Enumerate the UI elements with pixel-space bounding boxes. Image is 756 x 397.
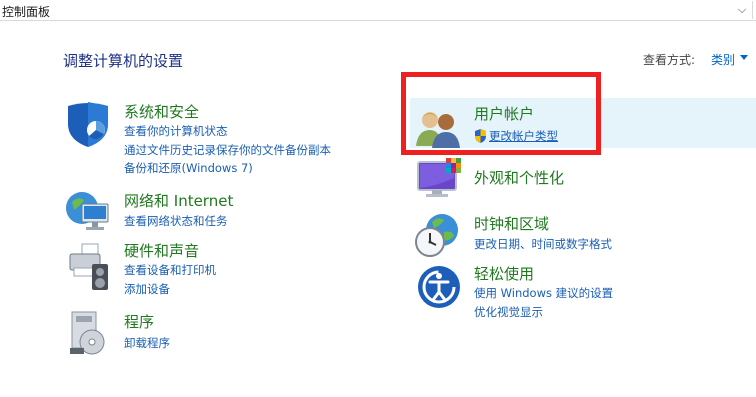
- category-title-ease-of-access[interactable]: 轻松使用: [474, 263, 534, 284]
- shield-icon: [64, 100, 112, 152]
- view-by-dropdown[interactable]: 类别: [711, 51, 735, 68]
- category-title-system-security[interactable]: 系统和安全: [124, 101, 199, 122]
- chevron-down-icon[interactable]: ⌵: [733, 1, 751, 19]
- category-title-programs[interactable]: 程序: [124, 311, 154, 332]
- link-change-date-time[interactable]: 更改日期、时间或数字格式: [474, 236, 612, 252]
- page-title: 调整计算机的设置: [63, 52, 184, 70]
- category-title-hardware-sound[interactable]: 硬件和声音: [124, 240, 199, 261]
- category-title-user-accounts[interactable]: 用户帐户: [474, 103, 534, 124]
- clock-globe-icon: [414, 212, 462, 262]
- link-optimize-display[interactable]: 优化视觉显示: [474, 304, 543, 320]
- view-by-label: 查看方式:: [643, 53, 696, 67]
- caret-down-icon[interactable]: [740, 55, 748, 60]
- link-recommended-settings[interactable]: 使用 Windows 建议的设置: [474, 285, 613, 301]
- breadcrumb[interactable]: 控制面板: [2, 3, 50, 20]
- link-backup-restore[interactable]: 备份和还原(Windows 7): [124, 160, 253, 176]
- monitor-color-icon: [416, 158, 466, 204]
- category-title-network[interactable]: 网络和 Internet: [124, 190, 233, 211]
- network-globe-icon: [64, 188, 112, 238]
- link-view-status[interactable]: 查看你的计算机状态: [124, 123, 228, 139]
- programs-disk-icon: [66, 310, 110, 360]
- link-file-history[interactable]: 通过文件历史记录保存你的文件备份副本: [124, 142, 331, 158]
- uac-shield-icon: [474, 128, 487, 147]
- ease-of-access-icon: [416, 264, 462, 314]
- users-icon: [416, 108, 462, 152]
- address-bar[interactable]: 控制面板 ⌵: [0, 0, 756, 21]
- link-network-status[interactable]: 查看网络状态和任务: [124, 213, 228, 229]
- link-devices-printers[interactable]: 查看设备和打印机: [124, 262, 216, 278]
- link-change-account-type[interactable]: 更改帐户类型: [489, 128, 558, 144]
- category-title-appearance[interactable]: 外观和个性化: [474, 167, 564, 188]
- category-title-clock-region[interactable]: 时钟和区域: [474, 213, 549, 234]
- link-uninstall-program[interactable]: 卸载程序: [124, 335, 170, 351]
- link-add-device[interactable]: 添加设备: [124, 281, 170, 297]
- divider: [752, 1, 753, 19]
- printer-speaker-icon: [64, 242, 112, 296]
